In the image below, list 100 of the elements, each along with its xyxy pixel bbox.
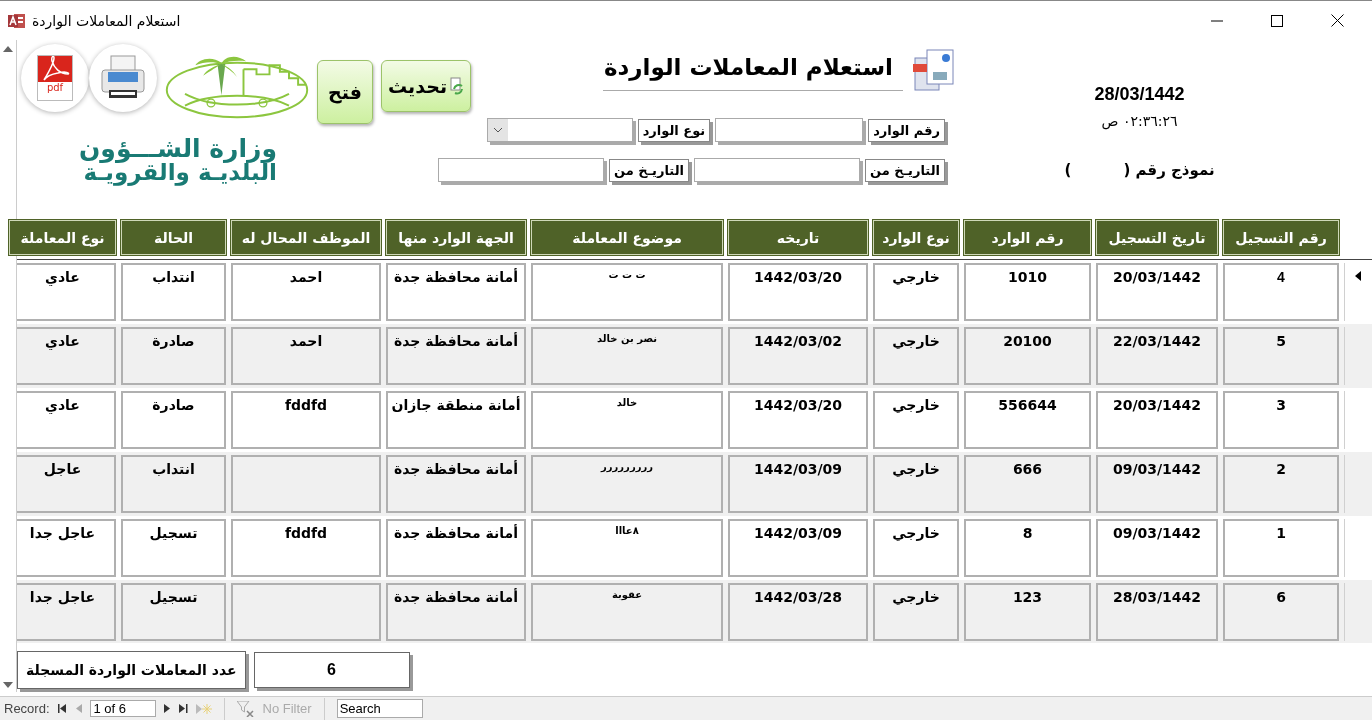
- table-cell: fddfd: [231, 391, 381, 449]
- table-cell: أمانة محافظة جدة: [386, 583, 526, 641]
- field-label: نوع الوارد: [637, 118, 711, 142]
- count-label: عدد المعاملات الواردة المسجلة: [17, 651, 246, 689]
- first-record-icon[interactable]: [57, 704, 67, 713]
- table-cell: خارجي: [873, 583, 959, 641]
- table-cell: أمانة محافظة جدة: [386, 455, 526, 513]
- table-cell: خارجي: [873, 455, 959, 513]
- count-value: 6: [253, 652, 410, 688]
- acrobat-icon: [38, 56, 72, 82]
- table-cell: ت ت ت: [531, 263, 723, 321]
- last-record-icon[interactable]: [178, 704, 188, 713]
- table-cell: 1442/03/20: [728, 391, 868, 449]
- table-cell: 4: [1223, 263, 1339, 321]
- table-cell: خارجي: [873, 391, 959, 449]
- filter-icon[interactable]: [236, 700, 255, 717]
- table-cell: تسجيل: [121, 519, 226, 577]
- previous-record-icon[interactable]: [74, 704, 82, 713]
- report-icon: [913, 48, 955, 92]
- next-record-icon[interactable]: [163, 704, 171, 713]
- close-icon[interactable]: [1331, 14, 1344, 27]
- table-cell: 666: [964, 455, 1091, 513]
- table-cell: 1442/03/02: [728, 327, 868, 385]
- field-label: رقم الوارد: [868, 118, 945, 142]
- table-cell: 3: [1223, 391, 1339, 449]
- table-cell: خارجي: [873, 519, 959, 577]
- column-header[interactable]: الموظف المحال له: [231, 220, 381, 255]
- table-cell: 2: [1223, 455, 1339, 513]
- table-cell: خالد: [531, 391, 723, 449]
- table-cell: 1010: [964, 263, 1091, 321]
- table-cell: تسجيل: [121, 583, 226, 641]
- open-button[interactable]: فتح: [317, 60, 373, 124]
- column-header[interactable]: رقم التسجيل: [1223, 220, 1339, 255]
- table-cell: عادي: [17, 263, 116, 321]
- table-cell: 28/03/1442: [1096, 583, 1218, 641]
- scroll-up-icon[interactable]: [3, 46, 13, 52]
- table-cell: 8: [964, 519, 1091, 577]
- table-cell: 556644: [964, 391, 1091, 449]
- new-record-icon[interactable]: [195, 703, 212, 714]
- table-cell: عقوبة: [531, 583, 723, 641]
- column-header[interactable]: رقم الوارد: [964, 220, 1091, 255]
- table-cell: نصر بن خالد: [531, 327, 723, 385]
- app-icon: [8, 12, 26, 29]
- table-cell: خارجي: [873, 327, 959, 385]
- column-header[interactable]: نوع الوارد: [873, 220, 959, 255]
- table-cell: 20/03/1442: [1096, 263, 1218, 321]
- table-cell: أمانة محافظة جدة: [386, 519, 526, 577]
- table-cell: 1: [1223, 519, 1339, 577]
- ministry-name: وزارة الشـــؤون: [79, 136, 277, 161]
- table-cell: 09/03/1442: [1096, 519, 1218, 577]
- table-cell: عاجل جدا: [17, 519, 116, 577]
- table-cell: 1442/03/20: [728, 263, 868, 321]
- table-cell: أمانة محافظة جدة: [386, 263, 526, 321]
- table-cell: 6: [1223, 583, 1339, 641]
- table-cell: عاجل: [17, 455, 116, 513]
- refresh-button[interactable]: تحديث: [381, 60, 472, 112]
- table-cell: احمد: [231, 263, 381, 321]
- filter-input[interactable]: [715, 118, 864, 142]
- refresh-icon: [450, 77, 465, 95]
- table-cell: احمد: [231, 327, 381, 385]
- table-cell: ررررررررر: [531, 455, 723, 513]
- table-cell: 5: [1223, 327, 1339, 385]
- pdf-button[interactable]: pdf: [37, 55, 73, 101]
- column-header[interactable]: تاريخه: [728, 220, 868, 255]
- column-header[interactable]: موضوع المعاملة: [531, 220, 723, 255]
- table-cell: أمانة منطقة جازان: [386, 391, 526, 449]
- table-cell: fddfd: [231, 519, 381, 577]
- search-field[interactable]: Search: [336, 699, 423, 718]
- table-cell: 123: [964, 583, 1091, 641]
- record-position-field[interactable]: 1 of 6: [89, 700, 156, 717]
- column-header[interactable]: الجهة الوارد منها: [386, 220, 526, 255]
- form-title: استعلام المعاملات الواردة: [603, 49, 903, 91]
- filter-input[interactable]: [694, 158, 860, 182]
- filter-input[interactable]: [438, 158, 605, 182]
- table-cell: صادرة: [121, 391, 226, 449]
- current-date: 28/03/1442: [1094, 84, 1185, 105]
- field-label: التاريـخ من: [609, 158, 689, 182]
- current-record-icon: [1354, 271, 1361, 281]
- maximize-icon[interactable]: [1271, 14, 1283, 27]
- table-cell: 1442/03/09: [728, 455, 868, 513]
- table-cell: عادي: [17, 391, 116, 449]
- table-cell: 09/03/1442: [1096, 455, 1218, 513]
- column-header[interactable]: تاريخ التسجيل: [1096, 220, 1218, 255]
- table-cell: 1442/03/28: [728, 583, 868, 641]
- form-number: نموذج رقم ( ): [1064, 161, 1215, 179]
- current-time: ٠٢:٣٦:٢٦ ص: [1101, 113, 1178, 129]
- table-cell: انتداب: [121, 455, 226, 513]
- record-label: Record:: [4, 701, 50, 716]
- table-cell: عاجل جدا: [17, 583, 116, 641]
- column-header[interactable]: نوع المعاملة: [9, 220, 116, 255]
- field-label: التاريـخ من: [865, 158, 945, 182]
- table-cell: 1442/03/09: [728, 519, 868, 577]
- scroll-down-icon[interactable]: [3, 682, 13, 688]
- table-cell: أمانة محافظة جدة: [386, 327, 526, 385]
- table-cell: انتداب: [121, 263, 226, 321]
- window-title: استعلام المعاملات الواردة: [32, 12, 181, 29]
- table-cell: عادي: [17, 327, 116, 385]
- column-header[interactable]: الحالة: [121, 220, 226, 255]
- table-cell: 20/03/1442: [1096, 391, 1218, 449]
- table-cell: صادرة: [121, 327, 226, 385]
